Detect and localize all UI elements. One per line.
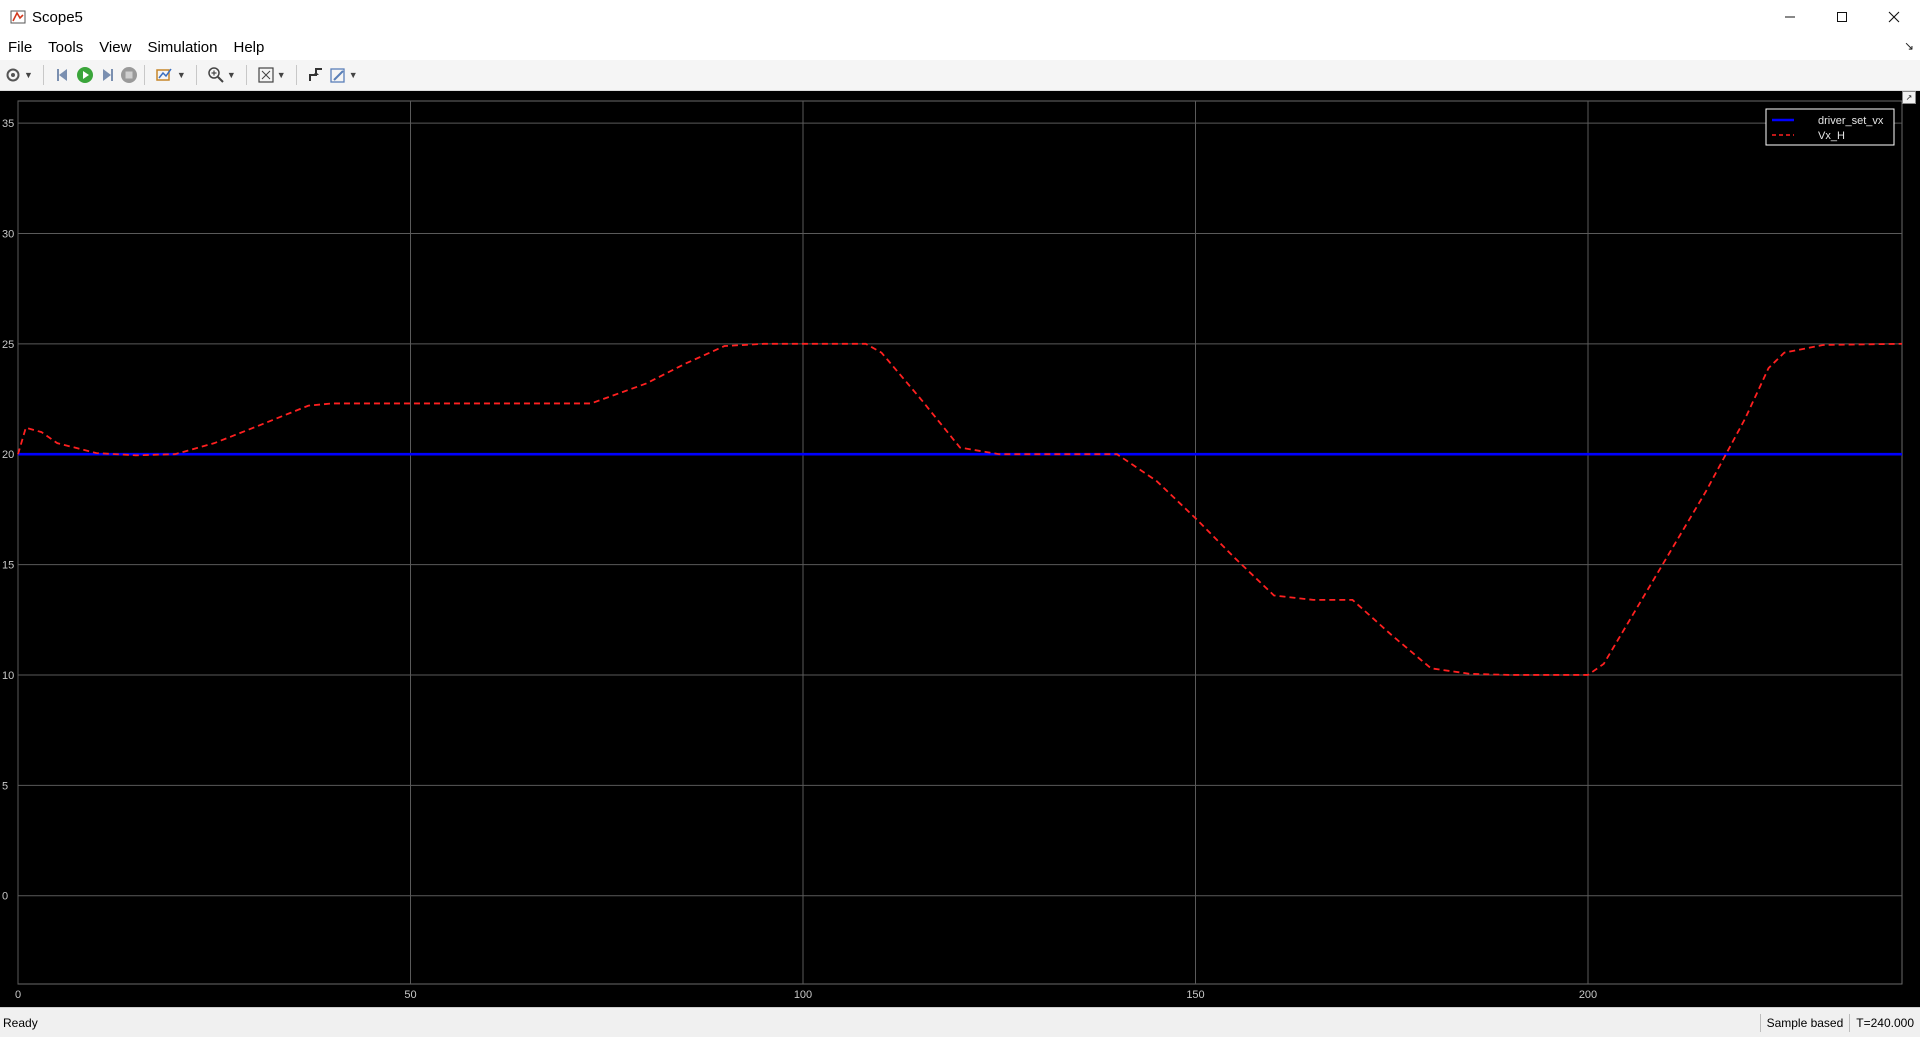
step-forward-button[interactable] xyxy=(98,64,116,86)
toolbar-separator xyxy=(245,65,247,85)
style-button[interactable] xyxy=(329,64,347,86)
zoom-in-icon xyxy=(208,67,224,83)
window-controls xyxy=(1764,0,1920,34)
zoom-in-button[interactable] xyxy=(207,64,225,86)
zoom-dropdown-icon[interactable]: ▼ xyxy=(227,70,236,80)
y-tick-label: 35 xyxy=(2,118,14,130)
fit-to-view-button[interactable] xyxy=(257,64,275,86)
maximize-button[interactable] xyxy=(1816,0,1868,34)
style-dropdown-icon[interactable]: ▼ xyxy=(349,70,358,80)
run-button[interactable] xyxy=(76,64,94,86)
x-tick-label: 50 xyxy=(404,989,416,1001)
stop-button[interactable] xyxy=(120,64,138,86)
legend-label: driver_set_vx xyxy=(1818,115,1884,127)
y-tick-label: 0 xyxy=(2,891,8,903)
matlab-scope-icon xyxy=(10,9,26,25)
step-back-button[interactable] xyxy=(54,64,72,86)
status-time: T=240.000 xyxy=(1849,1013,1920,1032)
run-icon xyxy=(76,67,93,83)
x-tick-label: 100 xyxy=(794,989,812,1001)
menu-simulation[interactable]: Simulation xyxy=(139,39,225,56)
close-button[interactable] xyxy=(1868,0,1920,34)
toolbar-toggle-icon[interactable]: ↘ xyxy=(1904,39,1914,53)
status-right-panel: Sample based T=240.000 xyxy=(1759,1008,1920,1037)
fit-dropdown-icon[interactable]: ▼ xyxy=(277,70,286,80)
y-tick-label: 15 xyxy=(2,560,14,572)
stop-icon xyxy=(120,67,137,83)
menu-tools[interactable]: Tools xyxy=(40,39,91,56)
toolbar-separator xyxy=(42,65,44,85)
highlight-dropdown-icon[interactable]: ▼ xyxy=(177,70,186,80)
minimize-button[interactable] xyxy=(1764,0,1816,34)
triggers-icon xyxy=(308,68,322,81)
y-tick-label: 25 xyxy=(2,339,14,351)
step-forward-icon xyxy=(102,69,113,81)
undock-icon[interactable]: ↗ xyxy=(1902,91,1916,104)
y-tick-label: 10 xyxy=(2,670,14,682)
toolbar-separator xyxy=(195,65,197,85)
close-icon xyxy=(1888,11,1900,23)
highlight-icon xyxy=(156,68,172,81)
y-tick-label: 30 xyxy=(2,228,14,240)
toolbar: ▼ ▼ ▼ ▼ ▼ xyxy=(0,60,1920,91)
y-tick-label: 5 xyxy=(2,780,8,792)
menu-file[interactable]: File xyxy=(0,39,40,56)
step-back-icon xyxy=(56,69,67,81)
settings-dropdown-icon[interactable]: ▼ xyxy=(24,70,33,80)
status-bar: Ready Sample based T=240.000 xyxy=(0,1007,1920,1037)
menu-bar: File Tools View Simulation Help ↘ xyxy=(0,34,1920,60)
triggers-button[interactable] xyxy=(307,64,325,86)
scope-plot[interactable]: 0 50 100 150 200 0 5 10 15 20 25 30 35 driver_set_vx V… xyxy=(0,91,1920,1007)
x-tick-label: 0 xyxy=(15,989,21,1001)
toolbar-separator xyxy=(143,65,145,85)
style-icon xyxy=(330,68,345,83)
fit-to-view-icon xyxy=(258,67,274,83)
x-tick-label: 200 xyxy=(1579,989,1597,1001)
window-title: Scope5 xyxy=(32,8,83,26)
chart-svg[interactable]: 0 50 100 150 200 0 5 10 15 20 25 30 35 driver_set_vx V… xyxy=(0,91,1920,1007)
minimize-icon xyxy=(1785,16,1795,18)
settings-icon xyxy=(6,68,20,82)
y-tick-label: 20 xyxy=(2,449,14,461)
menu-view[interactable]: View xyxy=(91,39,139,56)
toolbar-separator xyxy=(295,65,297,85)
legend-label: Vx_H xyxy=(1818,130,1845,142)
maximize-icon xyxy=(1837,12,1847,22)
x-tick-label: 150 xyxy=(1186,989,1204,1001)
status-mode: Sample based xyxy=(1759,1013,1850,1032)
settings-button[interactable] xyxy=(4,64,22,86)
series-line-Vx_H xyxy=(17,342,1903,676)
highlight-button[interactable] xyxy=(155,64,175,86)
title-bar: Scope5 xyxy=(0,0,1920,34)
menu-help[interactable]: Help xyxy=(226,39,273,56)
status-ready: Ready xyxy=(3,1015,38,1030)
